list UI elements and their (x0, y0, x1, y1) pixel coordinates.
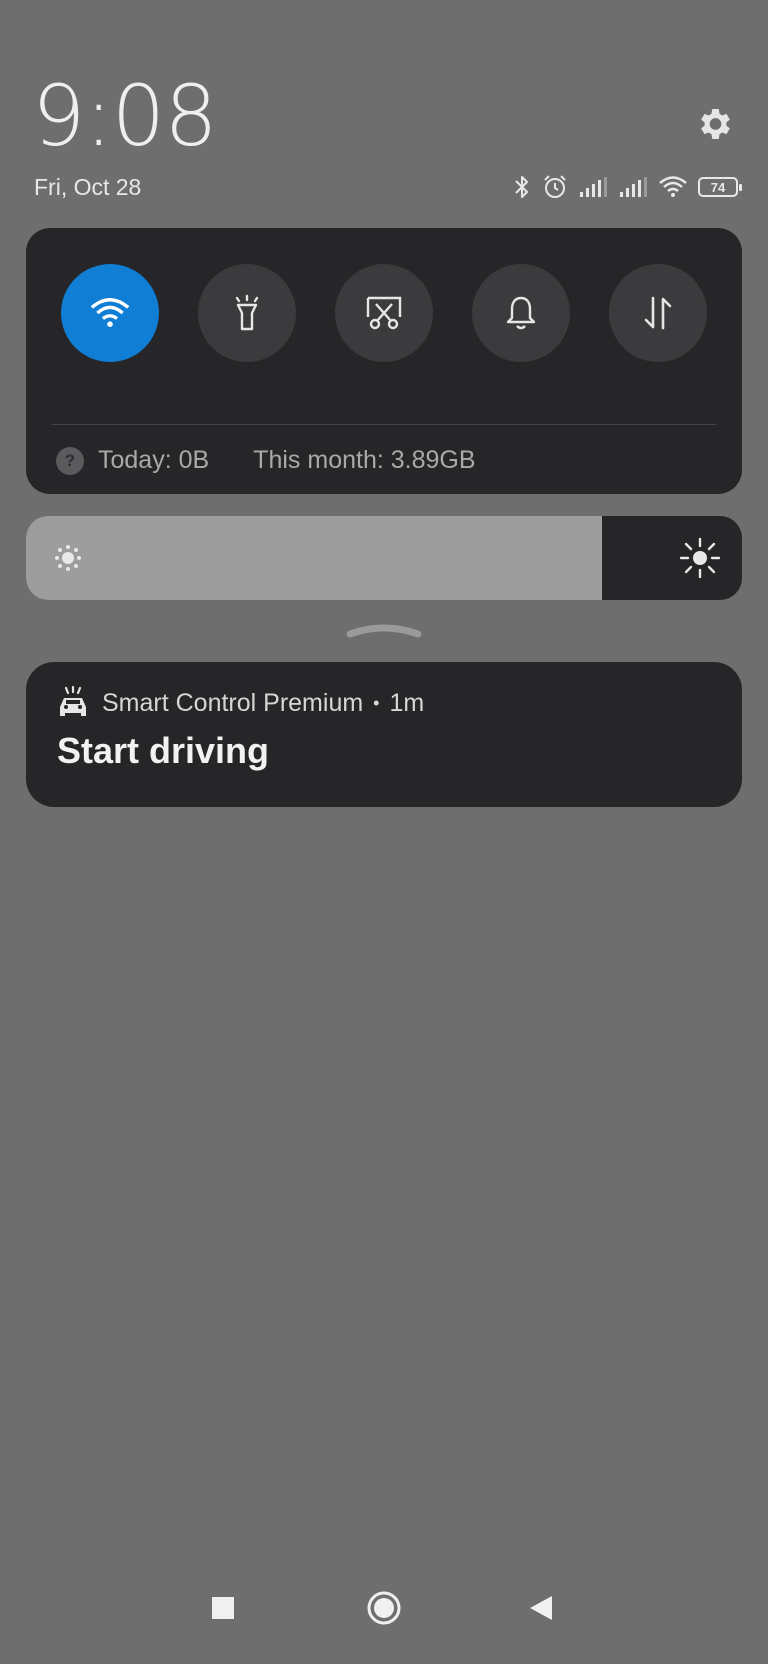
recents-button[interactable] (211, 1596, 235, 1620)
brightness-high-icon (679, 537, 721, 579)
notification-header: Smart Control Premium • 1m (56, 686, 424, 720)
collapse-handle[interactable] (346, 620, 422, 638)
flashlight-icon (235, 294, 259, 331)
data-usage[interactable]: ? Today: 0B This month: 3.89GB (56, 446, 476, 475)
status-bar: 74 (512, 172, 742, 202)
signal-icon (620, 177, 647, 197)
notification-age: 1m (389, 688, 425, 717)
screenshot-toggle[interactable] (335, 264, 433, 362)
brightness-low-icon (55, 545, 81, 571)
notification-title: Start driving (57, 730, 270, 771)
silent-toggle[interactable] (472, 264, 570, 362)
navigation-bar (0, 1588, 768, 1648)
help-icon: ? (56, 446, 84, 475)
data-arrows-icon (644, 296, 672, 330)
bluetooth-icon (515, 176, 528, 198)
notification-separator: • (373, 692, 380, 713)
date[interactable]: Fri, Oct 28 (34, 174, 141, 201)
wifi-toggle[interactable] (61, 264, 159, 362)
settings-gear-icon[interactable] (694, 104, 734, 144)
divider (52, 424, 716, 425)
battery-level: 74 (710, 179, 726, 195)
notification-card[interactable]: Smart Control Premium • 1m Start driving (26, 662, 742, 807)
signal-icon (580, 177, 607, 197)
data-month: This month: 3.89GB (253, 446, 476, 474)
bell-icon (506, 296, 536, 330)
battery-icon: 74 (698, 177, 742, 197)
screenshot-icon (366, 296, 402, 330)
brightness-slider[interactable] (26, 516, 742, 600)
mobile-data-toggle[interactable] (609, 264, 707, 362)
back-button[interactable] (528, 1594, 554, 1622)
clock[interactable]: 9:08 (32, 74, 218, 158)
car-icon (60, 686, 86, 716)
wifi-icon (90, 298, 130, 327)
notification-app-name: Smart Control Premium (102, 688, 364, 717)
flashlight-toggle[interactable] (198, 264, 296, 362)
brightness-fill (26, 516, 603, 600)
data-today: Today: 0B (98, 446, 210, 474)
wifi-icon (659, 176, 687, 197)
alarm-icon (544, 175, 566, 198)
home-button[interactable] (366, 1590, 402, 1626)
quick-settings-panel: ? Today: 0B This month: 3.89GB (26, 228, 742, 494)
